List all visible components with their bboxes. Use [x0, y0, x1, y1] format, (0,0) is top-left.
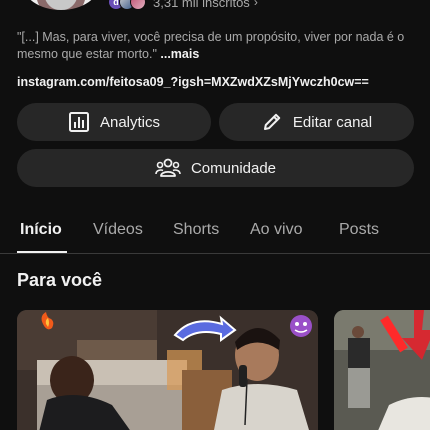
community-label: Comunidade — [190, 159, 277, 177]
analytics-button[interactable]: Analytics — [17, 103, 211, 141]
channel-description[interactable]: "[...] Mas, para viver, você precisa de … — [17, 29, 417, 63]
video-thumbnail[interactable] — [17, 310, 318, 430]
tab-videos[interactable]: Vídeos — [93, 221, 143, 239]
thumbnail-scene — [334, 310, 430, 430]
thumbnail-scene — [17, 310, 318, 430]
edit-channel-label: Editar canal — [292, 113, 373, 131]
description-more-link[interactable]: ...mais — [160, 47, 199, 61]
tab-posts[interactable]: Posts — [339, 221, 379, 239]
description-text: "[...] Mas, para viver, você precisa de … — [17, 30, 405, 61]
video-thumbnail[interactable] — [334, 310, 430, 430]
subscriber-avatar — [130, 0, 146, 10]
subscribers-row[interactable]: d 3,31 mil inscritos › — [108, 0, 258, 12]
channel-tabs: Início Vídeos Shorts Ao vivo Posts — [0, 212, 430, 254]
channel-header: d 3,31 mil inscritos › — [0, 0, 430, 16]
edit-channel-button[interactable]: Editar canal — [219, 103, 414, 141]
analytics-icon — [68, 112, 89, 132]
tab-shorts[interactable]: Shorts — [173, 221, 219, 239]
people-icon — [155, 158, 181, 177]
subscriber-count: 3,31 mil inscritos — [153, 0, 250, 10]
analytics-label: Analytics — [99, 113, 161, 131]
channel-link[interactable]: instagram.com/feitosa09_?igsh=MXZwdXZsMj… — [17, 75, 369, 89]
chevron-right-icon: › — [253, 0, 258, 9]
section-title: Para você — [17, 270, 103, 290]
channel-avatar[interactable] — [20, 0, 102, 12]
community-button[interactable]: Comunidade — [17, 149, 414, 187]
tab-ao-vivo[interactable]: Ao vivo — [250, 221, 302, 239]
tab-inicio[interactable]: Início — [20, 221, 62, 239]
pencil-icon — [263, 113, 281, 130]
active-tab-indicator — [17, 251, 67, 253]
